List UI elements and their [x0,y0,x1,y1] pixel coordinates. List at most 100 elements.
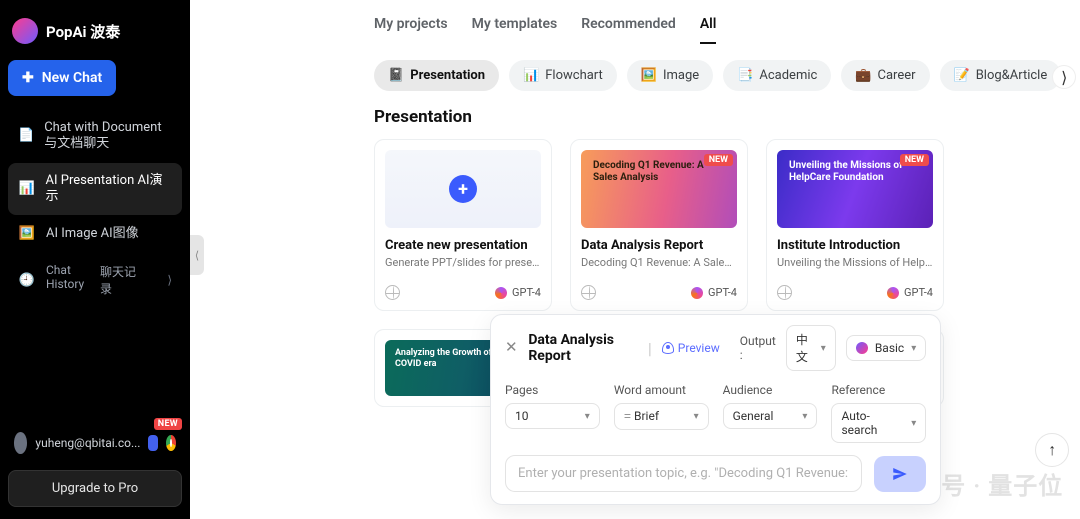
chevron-down-icon: ▾ [911,343,916,354]
chip-blog-article[interactable]: 📝Blog&Article [940,60,1062,91]
plan-select[interactable]: Basic ▾ [846,335,926,361]
tab-my-projects[interactable]: My projects [374,16,448,44]
topic-input[interactable] [505,455,862,492]
model-badge: GPT-4 [495,286,541,299]
card-subtitle: Unveiling the Missions of HelpCare ... [777,256,933,269]
send-button[interactable] [874,456,926,492]
sidebar-item-chat-with-document[interactable]: 📄 Chat with Document 与文档聊天 [8,110,182,163]
card-subtitle: Generate PPT/slides for presentat... [385,256,541,269]
preview-button[interactable]: Preview [662,341,720,355]
avatar [14,432,27,454]
plan-icon [856,342,868,354]
card-institute-intro[interactable]: NEW Unveiling the Missions of HelpCare F… [766,139,944,311]
sidebar: PopAi 波泰 ✚ New Chat 📄 Chat with Document… [0,0,190,519]
model-dot-icon [887,287,899,299]
chart-icon: 📊 [523,68,539,83]
sidebar-item-label: AI Presentation AI演示 [46,173,172,206]
output-language-select[interactable]: 中文 ▾ [786,325,836,371]
close-icon[interactable]: ✕ [505,340,518,356]
tab-recommended[interactable]: Recommended [581,16,676,44]
scroll-top-button[interactable]: ↑ [1035,433,1069,467]
field-audience: Audience General▾ [723,383,818,443]
composer-title: Data Analysis Report [528,332,638,364]
eye-icon [662,342,674,354]
globe-icon[interactable] [777,285,792,300]
tab-my-templates[interactable]: My templates [472,16,558,44]
user-account[interactable]: NEW yuheng@qbitai.co... [8,424,182,462]
chevron-right-icon: ⟩ [167,273,172,287]
chips-scroll-right[interactable]: ⟩ [1053,66,1075,88]
chip-image[interactable]: 🖼️Image [627,60,713,91]
field-reference: Reference Auto-search▾ [831,383,926,443]
field-pages: Pages 10▾ [505,383,600,443]
chat-history-label-zh: 聊天记录 [100,263,142,297]
send-icon [891,465,909,483]
notebook-icon: 📓 [388,68,404,83]
chip-presentation[interactable]: 📓Presentation [374,60,499,91]
upgrade-button[interactable]: Upgrade to Pro [8,470,182,507]
new-badge: NEW [154,418,182,430]
card-data-analysis[interactable]: NEW Decoding Q1 Revenue: A Sales Analysi… [570,139,748,311]
new-tag: NEW [704,154,733,166]
chip-career[interactable]: 💼Career [841,60,929,91]
brand-name: PopAi 波泰 [46,21,120,42]
picture-icon: 🖼️ [641,68,657,83]
category-chips: 📓Presentation 📊Flowchart 🖼️Image 📑Academ… [374,56,1080,105]
chevron-down-icon: ▾ [821,343,826,354]
field-label: Audience [723,383,818,397]
output-label: Output : [740,334,776,362]
template-cards-row1: + Create new presentation Generate PPT/s… [374,139,1080,311]
card-thumb: NEW Unveiling the Missions of HelpCare F… [777,150,933,228]
new-chat-button[interactable]: ✚ New Chat [8,60,116,96]
tab-all[interactable]: All [700,16,717,44]
sidebar-collapse-handle[interactable]: ⟨ [190,235,204,275]
brand[interactable]: PopAi 波泰 [8,12,182,60]
field-word-amount: Word amount = Brief▾ [614,383,709,443]
new-chat-label: New Chat [42,70,102,86]
card-title: Data Analysis Report [581,238,737,253]
main: My projects My templates Recommended All… [190,0,1080,519]
model-dot-icon [495,287,507,299]
chevron-down-icon: ▾ [694,411,699,422]
globe-icon[interactable] [385,285,400,300]
composer-panel: ✕ Data Analysis Report | Preview Output … [490,314,941,505]
plus-circle-icon: + [449,175,477,203]
model-dot-icon [691,287,703,299]
brand-logo-icon [12,18,38,44]
card-create-new[interactable]: + Create new presentation Generate PPT/s… [374,139,552,311]
memo-icon: 📝 [954,68,970,83]
section-title: Presentation [374,105,1080,139]
model-badge: GPT-4 [691,286,737,299]
image-icon: 🖼️ [18,225,36,243]
plus-icon: ✚ [22,70,34,86]
chat-history[interactable]: 🕘 Chat History 聊天记录 ⟩ [8,253,182,307]
model-badge: GPT-4 [887,286,933,299]
new-tag: NEW [900,154,929,166]
top-tabs: My projects My templates Recommended All [374,14,1080,56]
field-label: Reference [831,383,926,397]
chrome-icon[interactable] [166,435,176,451]
chevron-down-icon: ▾ [911,418,916,429]
word-amount-select[interactable]: = Brief▾ [614,403,709,430]
presentation-icon: 📊 [18,180,36,198]
chip-flowchart[interactable]: 📊Flowchart [509,60,617,91]
chevron-down-icon: ▾ [585,411,590,422]
pages-select[interactable]: 10▾ [505,403,600,429]
chip-academic[interactable]: 📑Academic [723,60,831,91]
edge-icon[interactable] [148,435,158,451]
field-label: Word amount [614,383,709,397]
sidebar-item-ai-presentation[interactable]: 📊 AI Presentation AI演示 [8,163,182,216]
document-icon: 📄 [18,127,34,145]
audience-select[interactable]: General▾ [723,403,818,429]
sidebar-item-label: Chat with Document 与文档聊天 [44,120,172,153]
reference-select[interactable]: Auto-search▾ [831,403,926,443]
user-email: yuheng@qbitai.co... [35,436,140,450]
card-subtitle: Decoding Q1 Revenue: A Sales An... [581,256,737,269]
card-thumb: NEW Decoding Q1 Revenue: A Sales Analysi… [581,150,737,228]
globe-icon[interactable] [581,285,596,300]
chat-history-label-en: Chat History [46,263,88,297]
card-title: Institute Introduction [777,238,933,253]
briefcase-icon: 💼 [855,68,871,83]
card-thumb: + [385,150,541,228]
sidebar-item-ai-image[interactable]: 🖼️ AI Image AI图像 [8,215,182,253]
